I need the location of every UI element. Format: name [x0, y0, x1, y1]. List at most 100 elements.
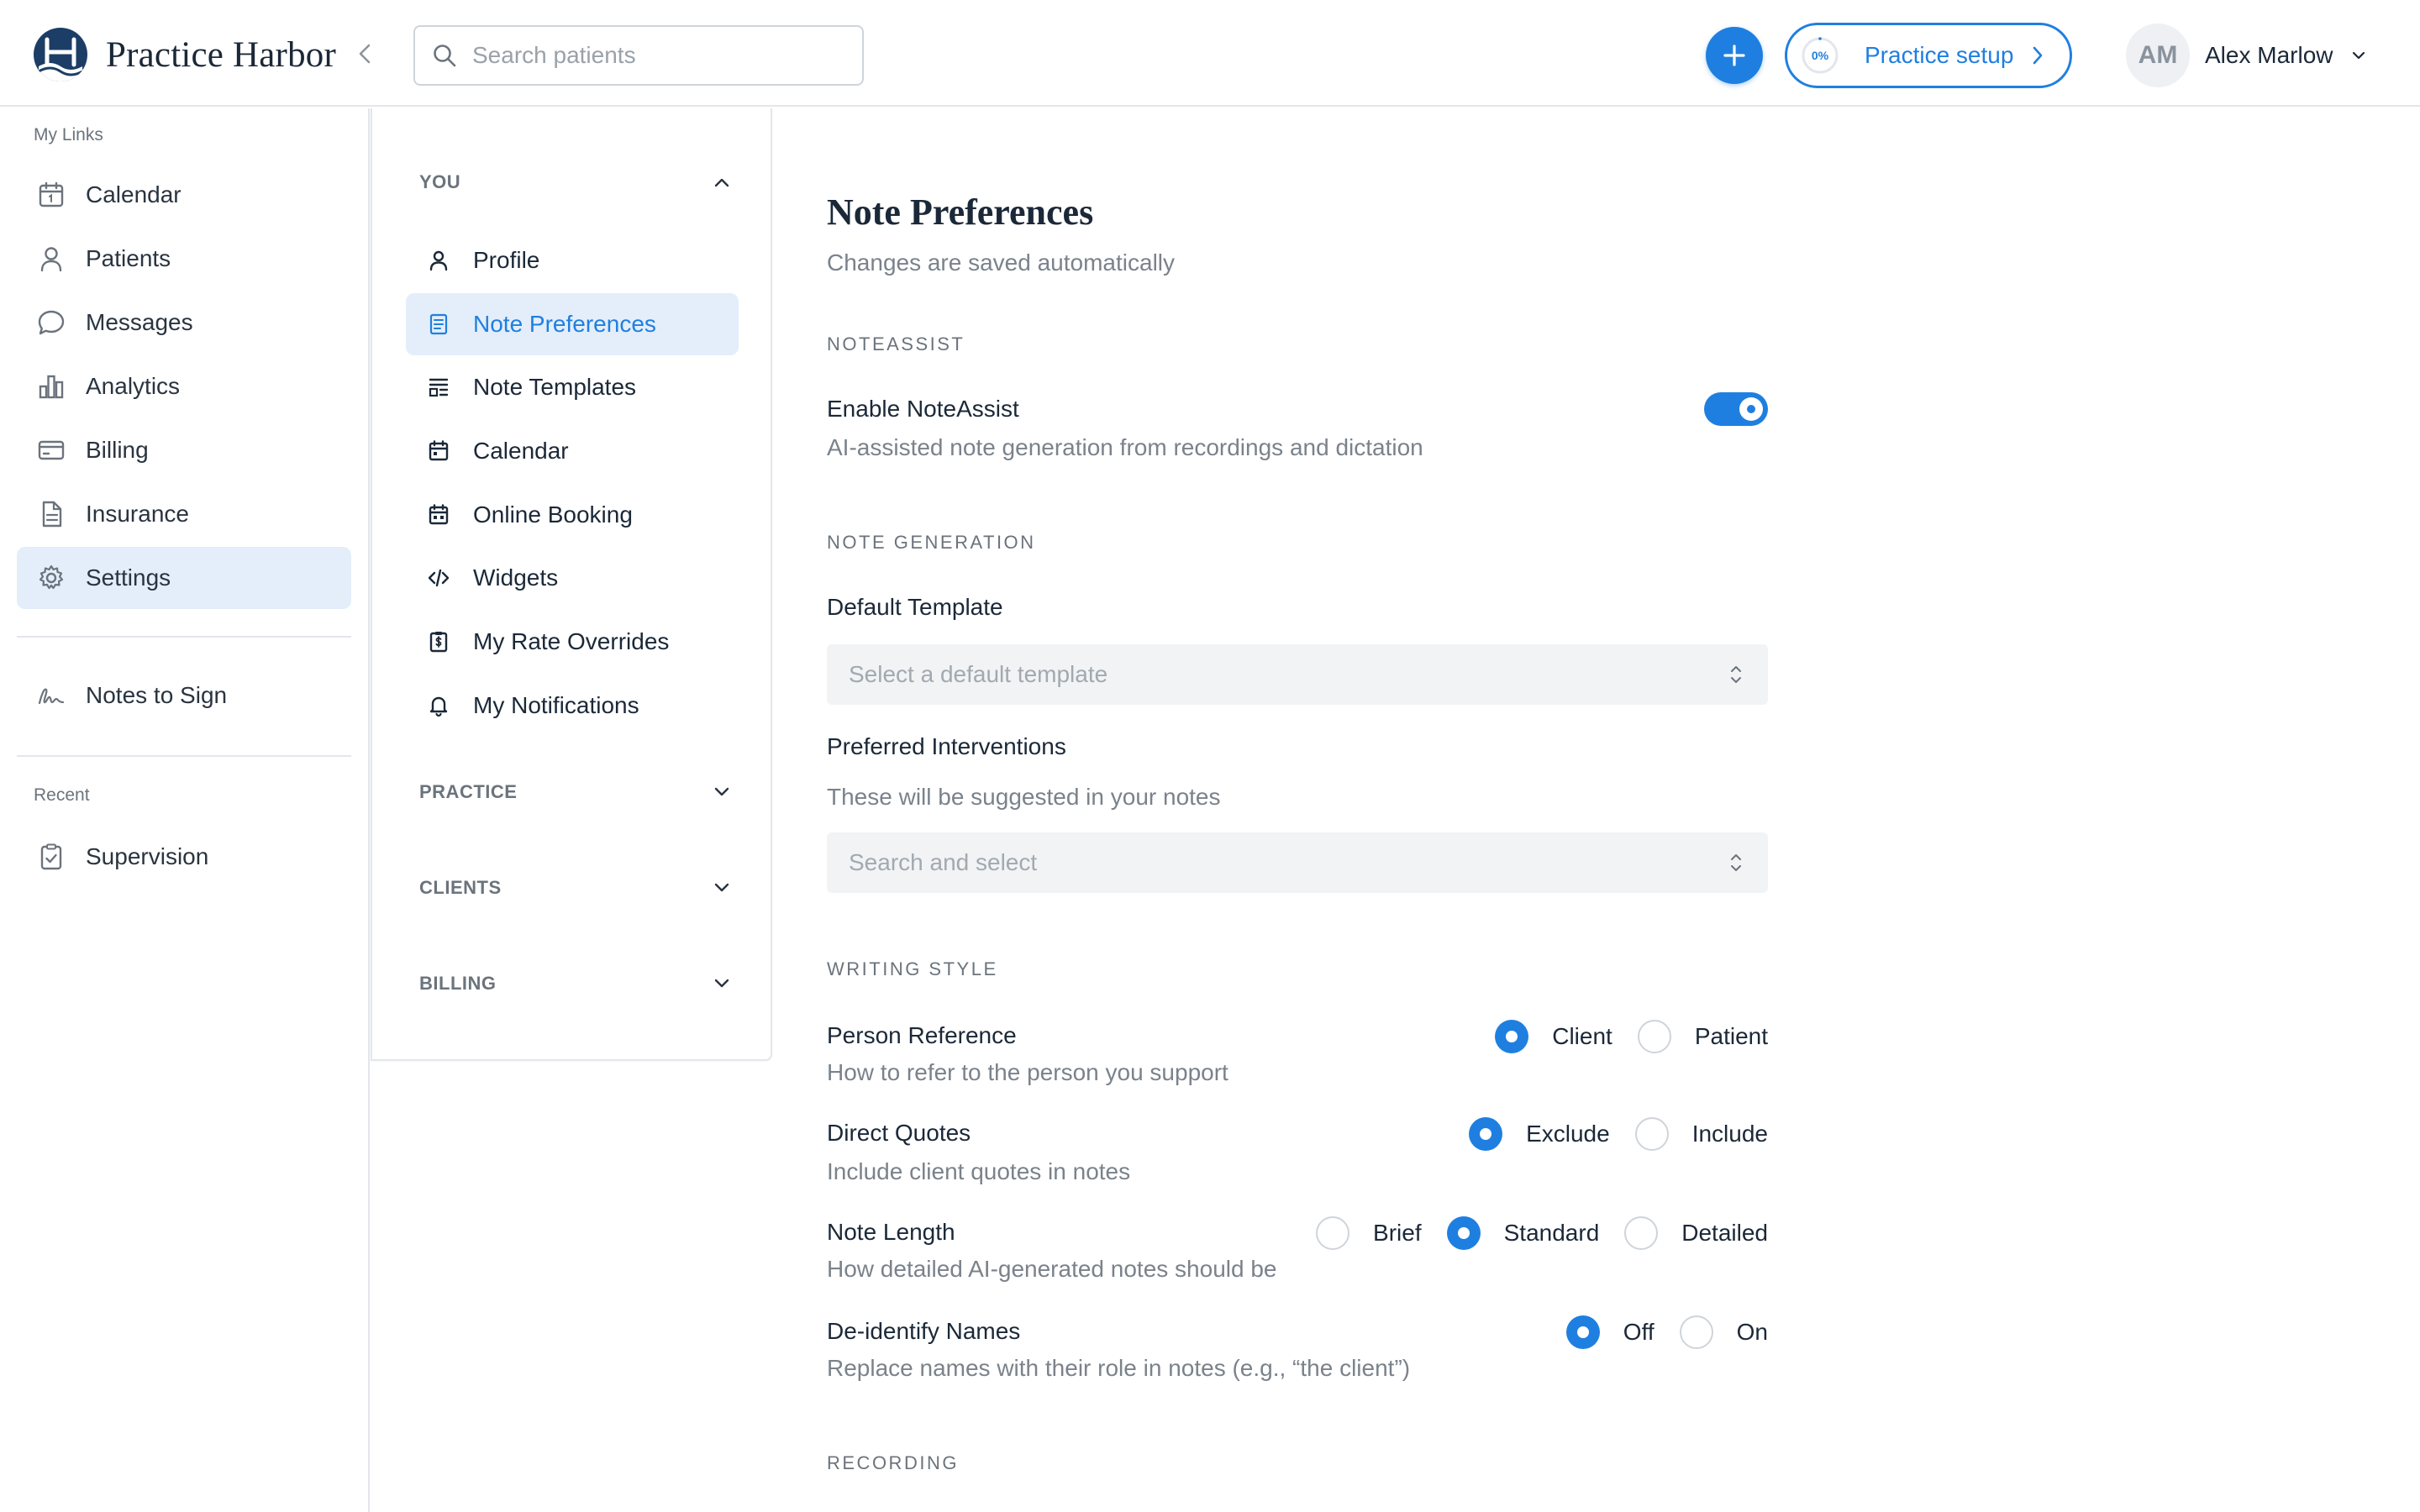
user-menu[interactable]: AM Alex Marlow — [2126, 24, 2366, 87]
radio-button[interactable] — [1446, 1216, 1481, 1250]
chevron-up-icon — [714, 178, 729, 187]
radio-button[interactable] — [1637, 1020, 1671, 1053]
group-practice-toggle[interactable]: PRACTICE — [419, 775, 730, 809]
group-billing-toggle[interactable]: BILLING — [419, 967, 730, 1000]
sidebar-item-messages[interactable]: Messages — [17, 291, 351, 354]
chevron-right-icon — [2033, 46, 2043, 65]
radio-option-include[interactable]: Include — [1634, 1117, 1768, 1151]
radio-option-off[interactable]: Off — [1565, 1315, 1655, 1349]
signature-icon — [38, 688, 65, 705]
radio-button[interactable] — [1316, 1216, 1350, 1250]
nav-item-widgets[interactable]: Widgets — [406, 547, 739, 609]
sidebar-item-label: Billing — [86, 437, 149, 463]
radio-option-exclude[interactable]: Exclude — [1469, 1117, 1610, 1151]
chevron-down-icon — [714, 787, 729, 796]
default-template-placeholder: Select a default template — [849, 661, 1108, 687]
user-name: Alex Marlow — [2205, 42, 2333, 68]
nav-item-label: Profile — [473, 247, 540, 273]
preferred-interventions-select[interactable]: Search and select — [827, 832, 1768, 893]
sidebar-item-insurance[interactable]: Insurance — [17, 483, 351, 545]
sidebar-item-label: Calendar — [86, 181, 182, 207]
radio-label: Client — [1552, 1023, 1612, 1049]
toggle-knob — [1739, 397, 1763, 421]
document-icon — [42, 501, 62, 528]
sidebar-item-calendar[interactable]: Calendar — [17, 164, 351, 226]
sidebar-divider — [17, 755, 351, 757]
sidebar-item-label: Supervision — [86, 843, 209, 869]
radio-button[interactable] — [1624, 1216, 1659, 1250]
group-label: BILLING — [419, 973, 497, 994]
nav-item-profile[interactable]: Profile — [406, 229, 739, 291]
practice-setup-button[interactable]: 0% Practice setup — [1785, 23, 2072, 88]
sidebar-item-label: Patients — [86, 245, 171, 271]
radio-label: Off — [1623, 1319, 1655, 1345]
search-icon — [434, 45, 456, 67]
chevron-updown-icon — [1731, 854, 1741, 871]
radio-label: Brief — [1373, 1220, 1422, 1246]
radio-button[interactable] — [1634, 1117, 1669, 1151]
nav-item-label: Calendar — [473, 438, 569, 464]
nav-item-my-rate-overrides[interactable]: My Rate Overrides — [406, 611, 739, 673]
section-heading-writing-style: WRITING STYLE — [827, 958, 998, 979]
direct-quotes-label: Direct Quotes — [827, 1120, 971, 1146]
sidebar-item-analytics[interactable]: Analytics — [17, 355, 351, 417]
group-label: CLIENTS — [419, 877, 502, 898]
preferred-interventions-label: Preferred Interventions — [827, 733, 1066, 759]
sidebar-item-billing[interactable]: Billing — [17, 419, 351, 481]
my-links-label: My Links — [34, 125, 103, 144]
radio-label: Patient — [1694, 1023, 1768, 1049]
sidebar-item-supervision[interactable]: Supervision — [17, 826, 351, 888]
group-you-toggle[interactable]: YOU — [419, 165, 730, 199]
radio-option-on[interactable]: On — [1679, 1315, 1768, 1349]
setup-progress-text: 0% — [1811, 49, 1829, 62]
sidebar-item-label: Insurance — [86, 501, 189, 527]
message-bubble-icon — [38, 310, 65, 335]
radio-option-client[interactable]: Client — [1495, 1020, 1612, 1053]
chevron-down-icon — [714, 883, 729, 892]
chevron-left-icon — [359, 44, 371, 64]
search-input[interactable] — [472, 42, 842, 69]
preferred-interventions-placeholder: Search and select — [849, 849, 1038, 875]
note-length-label: Note Length — [827, 1219, 955, 1245]
nav-item-online-booking[interactable]: Online Booking — [406, 484, 739, 546]
sidebar-item-notes-to-sign[interactable]: Notes to Sign — [17, 664, 351, 727]
radio-option-detailed[interactable]: Detailed — [1624, 1216, 1768, 1250]
default-template-select[interactable]: Select a default template — [827, 644, 1768, 705]
calendar-icon — [39, 181, 64, 207]
radio-option-brief[interactable]: Brief — [1316, 1216, 1422, 1250]
group-label: PRACTICE — [419, 781, 518, 802]
section-heading-note-generation: NOTE GENERATION — [827, 532, 1036, 553]
template-icon — [429, 378, 449, 397]
note-length-desc: How detailed AI-generated notes should b… — [827, 1256, 1277, 1282]
radio-button[interactable] — [1565, 1315, 1600, 1349]
search-box[interactable] — [413, 25, 864, 86]
nav-item-my-notifications[interactable]: My Notifications — [406, 675, 739, 737]
nav-item-note-templates[interactable]: Note Templates — [406, 356, 739, 418]
group-clients-toggle[interactable]: CLIENTS — [419, 871, 730, 905]
radio-option-standard[interactable]: Standard — [1446, 1216, 1599, 1250]
note-length-radio-group: Brief Standard Detailed — [1291, 1215, 1768, 1252]
sidebar-item-patients[interactable]: Patients — [17, 228, 351, 290]
avatar: AM — [2126, 24, 2190, 87]
radio-label: On — [1736, 1319, 1768, 1345]
main-sidebar: My Links Calendar Patients Messages Anal… — [0, 108, 370, 1512]
add-button[interactable] — [1706, 27, 1763, 84]
noteassist-toggle[interactable] — [1704, 392, 1768, 426]
nav-item-note-preferences[interactable]: Note Preferences — [406, 293, 739, 355]
nav-item-calendar[interactable]: Calendar — [406, 420, 739, 482]
brand[interactable]: Practice Harbor — [34, 27, 336, 82]
sidebar-item-settings[interactable]: Settings — [17, 547, 351, 609]
credit-card-icon — [38, 440, 65, 460]
radio-label: Detailed — [1681, 1220, 1768, 1246]
radio-button[interactable] — [1679, 1315, 1713, 1349]
bar-chart-icon — [39, 375, 64, 399]
recent-label: Recent — [34, 785, 90, 805]
person-reference-radio-group: Client Patient — [1470, 1018, 1768, 1055]
radio-button[interactable] — [1469, 1117, 1503, 1151]
deidentify-names-label: De-identify Names — [827, 1318, 1021, 1344]
collapse-sidebar-button[interactable] — [351, 40, 378, 67]
radio-button[interactable] — [1495, 1020, 1529, 1053]
preferred-interventions-desc: These will be suggested in your notes — [827, 784, 1221, 810]
sidebar-item-label: Notes to Sign — [86, 682, 228, 708]
radio-option-patient[interactable]: Patient — [1637, 1020, 1768, 1053]
